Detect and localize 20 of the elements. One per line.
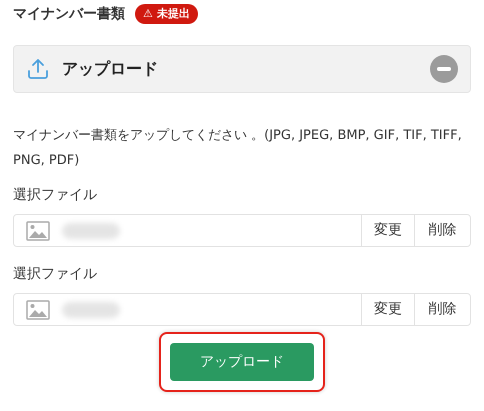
upload-panel[interactable]: アップロード [13, 45, 471, 93]
panel-title: アップロード [62, 58, 159, 80]
section-title: マイナンバー書類 [13, 4, 125, 24]
field-label: 選択ファイル [13, 186, 98, 205]
collapse-icon[interactable] [430, 55, 458, 83]
image-icon [26, 300, 50, 320]
file-field[interactable]: 変更 削除 [13, 293, 471, 326]
field-label: 選択ファイル [13, 265, 98, 284]
blurred-filename [62, 222, 120, 238]
upload-button[interactable]: アップロード [170, 343, 314, 381]
delete-button[interactable]: 削除 [414, 294, 470, 325]
file-field[interactable]: 変更 削除 [13, 214, 471, 247]
blurred-filename [62, 302, 120, 318]
change-button[interactable]: 変更 [361, 215, 414, 246]
delete-button[interactable]: 削除 [414, 215, 470, 246]
upload-icon [26, 57, 50, 81]
status-badge: ⚠ 未提出 [135, 4, 198, 24]
description: マイナンバー書類をアップしてください 。(JPG, JPEG, BMP, GIF, TIF, TIFF, PNG, PDF) [13, 127, 463, 170]
image-icon [26, 220, 50, 240]
change-button[interactable]: 変更 [361, 294, 414, 325]
